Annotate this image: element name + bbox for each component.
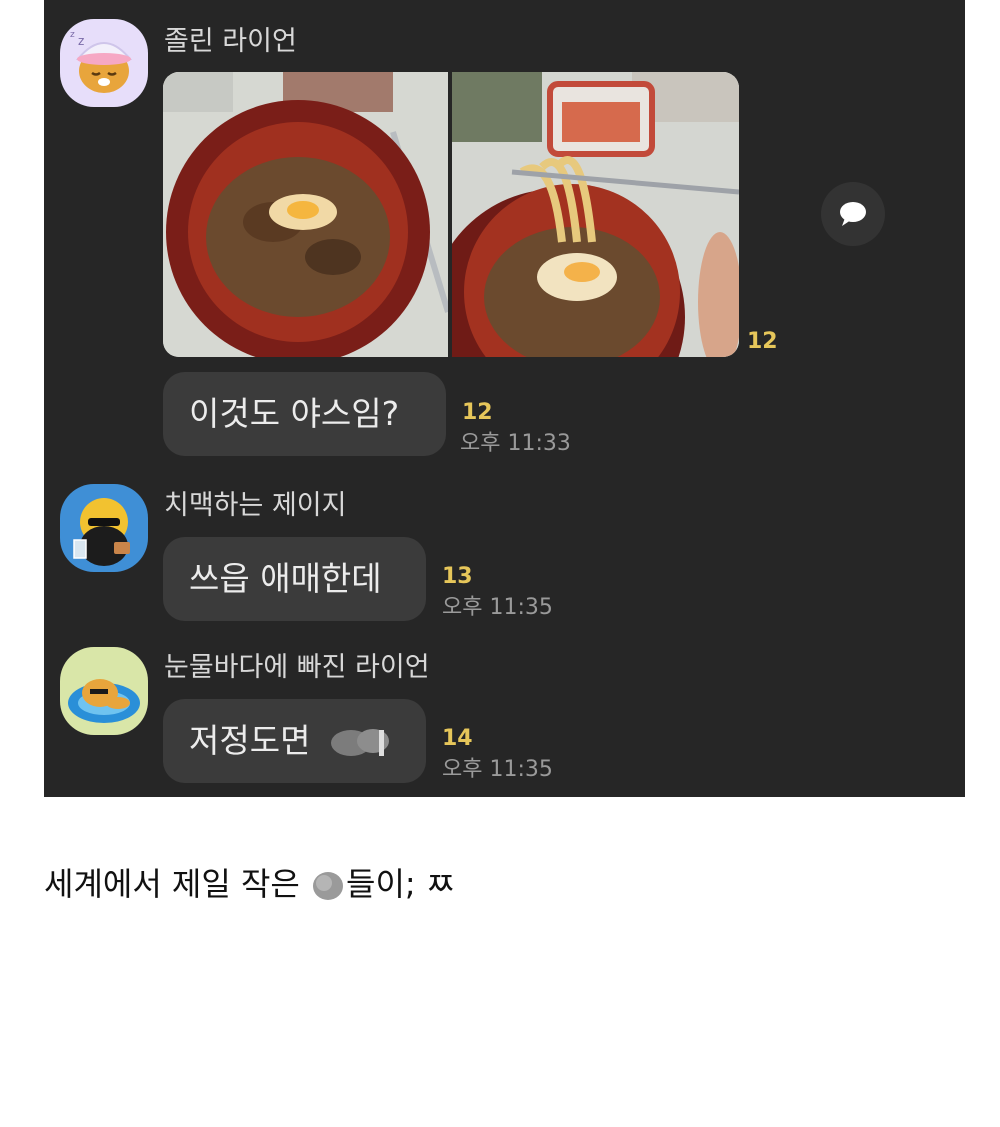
- caption-text: 세계에서 제일 작은 들이; ㅉ: [44, 862, 455, 906]
- message-time: 오후 11:33: [460, 431, 571, 456]
- message-time: 오후 11:35: [442, 595, 553, 620]
- message-text: 저정도면: [189, 721, 311, 760]
- message-time: 오후 11:35: [442, 757, 553, 782]
- speech-bubble-icon[interactable]: [821, 182, 885, 246]
- food-photo-1[interactable]: [163, 72, 448, 357]
- unread-count: 12: [747, 329, 778, 354]
- chat-screenshot: z z 졸린 라이언 12 이것도 야스임? 12 오후 11:33 치맥하는 …: [44, 0, 965, 797]
- svg-text:z: z: [78, 34, 84, 48]
- svg-text:z: z: [70, 30, 75, 40]
- sender-name: 졸린 라이언: [164, 26, 297, 57]
- caption-after: 들이; ㅉ: [346, 865, 456, 903]
- unread-count: 13: [442, 564, 473, 589]
- caption-before: 세계에서 제일 작은: [44, 865, 300, 903]
- food-photo-2[interactable]: [452, 72, 739, 357]
- message-bubble[interactable]: 저정도면: [163, 699, 426, 783]
- message-text: 이것도 야스임?: [189, 394, 400, 433]
- censored-blur: [330, 728, 389, 756]
- unread-count: 12: [462, 400, 493, 425]
- sleepy-ryan-avatar[interactable]: z z: [60, 19, 148, 107]
- message-bubble[interactable]: 이것도 야스임?: [163, 372, 446, 456]
- sender-name: 치맥하는 제이지: [164, 490, 347, 521]
- sender-name: 눈물바다에 빠진 라이언: [164, 652, 430, 683]
- censored-blur: [313, 872, 344, 900]
- message-text: 쓰읍 애매한데: [189, 559, 382, 598]
- message-bubble[interactable]: 쓰읍 애매한데: [163, 537, 426, 621]
- crying-ryan-avatar[interactable]: [60, 647, 148, 735]
- chimaek-jay-g-avatar[interactable]: [60, 484, 148, 572]
- unread-count: 14: [442, 726, 473, 751]
